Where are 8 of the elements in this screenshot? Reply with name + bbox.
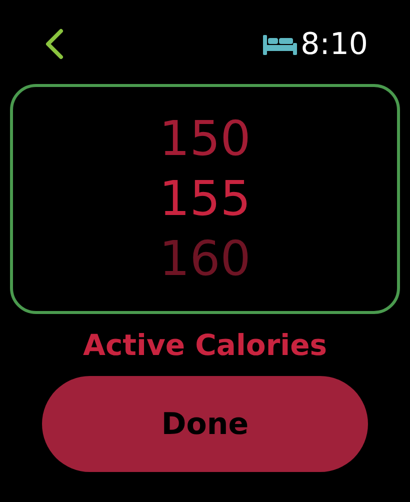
picker-value[interactable]: 150	[159, 111, 251, 167]
clock-time: 8:10	[300, 26, 368, 62]
picker-title: Active Calories	[83, 328, 327, 362]
done-button[interactable]: Done	[42, 376, 368, 472]
number-picker[interactable]: 150 155 160	[10, 84, 400, 314]
picker-value[interactable]: 160	[159, 231, 251, 287]
picker-value[interactable]: 155	[159, 171, 251, 227]
back-icon[interactable]	[44, 28, 64, 60]
